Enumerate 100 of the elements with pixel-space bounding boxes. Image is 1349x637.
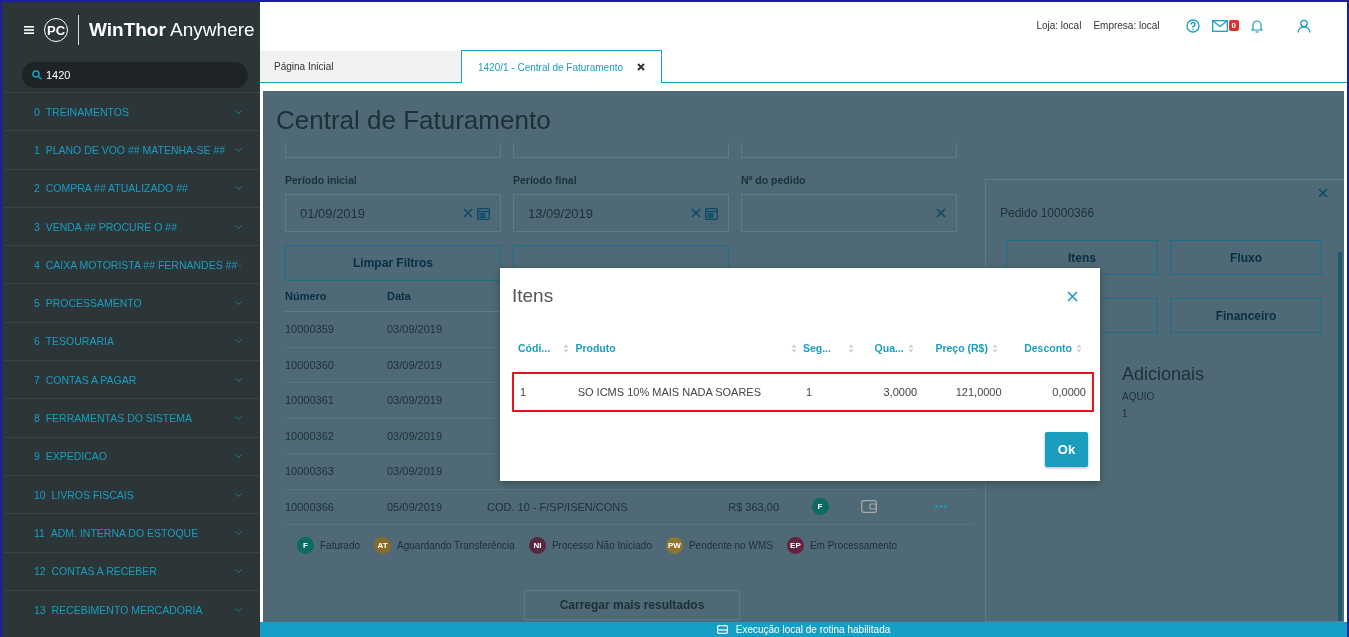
menu-item[interactable]: 2 COMPRA ## ATUALIZADO ## xyxy=(4,168,260,207)
menu-item[interactable]: 1 PLANO DE VOO ## MATENHA-SE ## xyxy=(4,130,260,169)
clear-icon[interactable] xyxy=(936,208,946,218)
table-cell-text: COD. 10 - F/SP/ISEN/CONS xyxy=(487,500,629,513)
table-cell-text: 05/09/2019 xyxy=(387,500,444,513)
search-field[interactable]: 1420 xyxy=(22,62,248,88)
column-header[interactable]: Qua... xyxy=(860,342,920,354)
menu-item[interactable]: 13 RECEBIMENTO MERCADORIA xyxy=(4,589,260,629)
table-cell-text: SO ICMS 10% MAIS NADA SOARES xyxy=(577,386,763,398)
chevron-down-icon xyxy=(235,224,242,229)
legend-label: Aguardando Transferência xyxy=(397,540,515,551)
chevron-down-icon xyxy=(235,339,242,344)
menu-item[interactable]: 5 PROCESSAMENTO xyxy=(4,283,260,322)
field-label: Período inicial xyxy=(285,174,358,186)
column-header[interactable]: Desconto xyxy=(1003,342,1088,354)
drive-icon xyxy=(716,625,728,634)
detail-text: 1 xyxy=(1122,408,1129,419)
input-field[interactable]: 01/09/2019 xyxy=(285,194,501,232)
order-title: Pedido 10000366 xyxy=(1000,206,1096,220)
panel-button[interactable]: Fluxo xyxy=(1170,240,1322,275)
sort-icon xyxy=(563,343,570,353)
table-cell-text: 03/09/2019 xyxy=(387,358,444,371)
table-cell-text: 03/09/2019 xyxy=(387,323,444,336)
mail-count-badge: 0 xyxy=(1228,20,1239,31)
tab[interactable]: 1420/1 - Central de Faturamento xyxy=(461,50,662,83)
input-field[interactable] xyxy=(741,194,957,232)
tab[interactable]: Página Inicial xyxy=(260,51,461,82)
menu-item[interactable]: 10 LIVROS FISCAIS xyxy=(4,474,260,514)
chevron-down-icon xyxy=(235,416,242,420)
column-header[interactable]: Número xyxy=(285,290,387,302)
status-badge: PW xyxy=(665,537,683,554)
chevron-down-icon xyxy=(237,262,242,267)
ok-button[interactable]: Ok xyxy=(1045,432,1088,467)
clear-icon[interactable] xyxy=(691,208,701,218)
table-cell-text: 10000366 xyxy=(285,500,335,513)
sort-icon xyxy=(848,343,855,353)
menu-icon[interactable] xyxy=(24,26,34,34)
field-label: Nº do pedido xyxy=(741,174,807,186)
panel-button[interactable]: Financeiro xyxy=(1170,298,1322,333)
detail-text: AQUIO xyxy=(1122,391,1156,402)
calendar-icon[interactable] xyxy=(705,206,718,220)
table-cell-text: 3,0000 xyxy=(882,386,919,398)
menu-item[interactable]: 8 FERRAMENTAS DO SISTEMA xyxy=(4,398,260,437)
chevron-down-icon xyxy=(235,492,242,497)
input-field[interactable]: 13/09/2019 xyxy=(513,194,729,232)
chevron-down-icon xyxy=(235,301,242,306)
column-header[interactable]: Códi... xyxy=(518,342,576,354)
column-header[interactable]: Preço (R$) xyxy=(919,342,1004,354)
status-badge: F xyxy=(811,498,829,516)
chevron-down-icon xyxy=(235,607,242,612)
calendar-icon[interactable] xyxy=(477,206,490,220)
legend-label: Faturado xyxy=(320,540,361,551)
legend-label: Processo Não Iniciado xyxy=(551,540,652,551)
status-text: Execução local de rotina habilitada xyxy=(735,624,891,635)
chevron-down-icon xyxy=(235,147,242,152)
table-cell-text: 121,0000 xyxy=(954,386,1003,398)
clear-filters-button[interactable]: Limpar Filtros xyxy=(285,245,501,281)
field-label: Período final xyxy=(513,174,578,186)
table-cell-text: 03/09/2019 xyxy=(387,465,444,478)
menu-item[interactable]: 4 CAIXA MOTORISTA ## FERNANDES ## xyxy=(4,245,260,284)
chevron-down-icon xyxy=(235,569,242,574)
table-cell-text: 10000361 xyxy=(285,394,335,407)
status-badge: EP xyxy=(786,537,804,554)
table-row[interactable]: 1 SO ICMS 10% MAIS NADA SOARES 1 3,0000 121,0000 0,0000 xyxy=(512,372,1094,412)
status-badge: AT xyxy=(374,537,392,554)
chevron-down-icon xyxy=(235,530,242,535)
sort-icon xyxy=(991,343,998,353)
table-cell-text: 10000359 xyxy=(285,323,335,336)
wallet-icon[interactable] xyxy=(861,500,877,514)
menu-item[interactable]: 12 CONTAS A RECEBER xyxy=(4,551,260,590)
status-badge: F xyxy=(297,537,314,554)
menu-item[interactable]: 3 VENDA ## PROCURE O ## xyxy=(4,206,260,246)
legend-label: Em Processamento xyxy=(809,540,898,551)
column-header[interactable]: Produto xyxy=(575,342,803,354)
chevron-down-icon xyxy=(235,186,242,191)
mail-icon[interactable] xyxy=(1211,19,1228,32)
column-header[interactable]: Data xyxy=(387,290,489,302)
menu-item[interactable]: 7 CONTAS A PAGAR xyxy=(4,360,260,399)
page-title: Central de Faturamento xyxy=(276,105,552,137)
close-icon[interactable] xyxy=(637,63,646,71)
user-icon[interactable] xyxy=(1297,18,1311,33)
menu-item[interactable]: 0 TREINAMENTOS xyxy=(4,92,260,131)
more-icon[interactable] xyxy=(935,505,947,509)
menu-item[interactable]: 11 ADM. INTERNA DO ESTOQUE xyxy=(4,513,260,552)
table-cell-text: 10000362 xyxy=(285,429,335,442)
bell-icon[interactable] xyxy=(1251,18,1263,33)
clear-icon[interactable] xyxy=(463,208,473,218)
column-header[interactable]: Seg... xyxy=(802,342,861,354)
scrollbar[interactable] xyxy=(1338,252,1342,621)
app-name: WinThor Anywhere xyxy=(89,19,255,41)
table-cell-text: 10000360 xyxy=(285,358,335,371)
menu-item[interactable]: 6 TESOURARIA xyxy=(4,321,260,361)
table-cell-text: 10000363 xyxy=(285,465,335,478)
help-icon[interactable] xyxy=(1185,18,1200,33)
menu-item[interactable]: 9 EXPEDICAO xyxy=(4,436,260,475)
status-badge: NI xyxy=(528,537,546,554)
dialog-title: Itens xyxy=(512,285,554,307)
chevron-down-icon xyxy=(235,377,242,382)
chevron-down-icon xyxy=(235,454,242,459)
load-more-button[interactable]: Carregar mais resultados xyxy=(524,590,740,620)
